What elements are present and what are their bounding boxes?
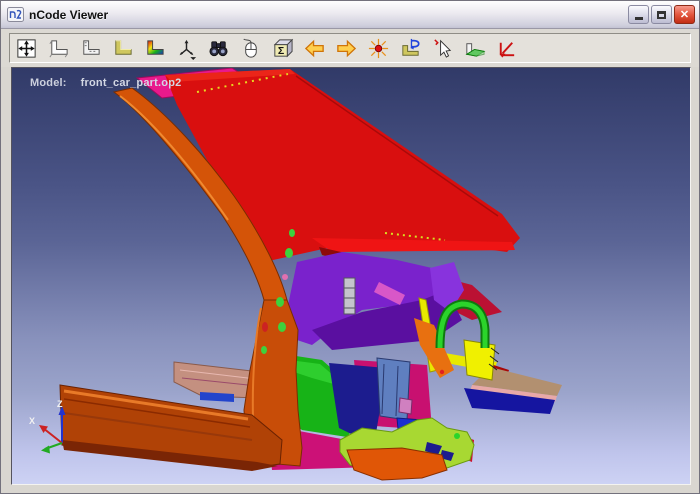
toolbar: Σ [1,29,699,67]
title-bar[interactable]: nCode Viewer ✕ [1,1,699,29]
minimize-button[interactable] [628,5,649,24]
shaded-view-icon [111,37,134,60]
sigma-summary-button[interactable]: Σ [270,36,295,61]
arrow-left-icon [303,37,326,60]
select-cursor-icon [431,37,454,60]
axes-mode-icon [175,37,198,60]
axis-plot-button[interactable] [494,36,519,61]
search-view-button[interactable] [206,36,231,61]
axis-z-label: Z [57,399,63,409]
damper-bracket [377,358,412,420]
mouse-options-icon [239,37,262,60]
plane-view-icon [463,37,486,60]
rotate-view-icon [399,37,422,60]
next-view-button[interactable] [334,36,359,61]
mouse-options-button[interactable] [238,36,263,61]
ncode-viewer-window: nCode Viewer ✕ [0,0,700,494]
axis-x-label: X [29,416,35,426]
model-label: Model: front_car_part.op2 [30,77,181,89]
select-button[interactable] [430,36,455,61]
shaded-view-button[interactable] [110,36,135,61]
hidden-line-view-button[interactable] [78,36,103,61]
car-model-scene: Z X [12,68,690,484]
axis-triad: Z X [29,399,66,454]
maximize-button[interactable] [651,5,672,24]
window-title: nCode Viewer [29,8,628,22]
wireframe-view-icon [47,37,70,60]
binoculars-icon [207,37,230,60]
fit-view-button[interactable] [14,36,39,61]
hotspot-icon [367,37,390,60]
viewport-3d[interactable]: Model: front_car_part.op2 [11,67,691,485]
close-button[interactable]: ✕ [674,5,695,24]
arrow-right-icon [335,37,358,60]
roof-panel [165,69,520,262]
minimize-icon [635,17,643,20]
plane-view-button[interactable] [462,36,487,61]
app-logo-icon [7,7,24,22]
svg-text:Σ: Σ [278,44,284,56]
maximize-icon [657,11,666,19]
fit-view-icon [15,37,38,60]
model-label-key: Model: [30,77,67,89]
close-icon: ✕ [680,8,689,21]
contour-view-icon [143,37,166,60]
hidden-line-view-icon [79,37,102,60]
window-bottom-frame [1,485,699,494]
previous-view-button[interactable] [302,36,327,61]
toolbar-panel: Σ [9,33,691,63]
hotspot-button[interactable] [366,36,391,61]
sigma-summary-icon: Σ [271,37,294,60]
model-file-name: front_car_part.op2 [81,77,182,89]
axes-mode-button[interactable] [174,36,199,61]
rotate-view-button[interactable] [398,36,423,61]
ladder-bracket [344,278,355,314]
contour-view-button[interactable] [142,36,167,61]
orange-floor-support [347,448,447,480]
axis-plot-icon [495,37,518,60]
wireframe-view-button[interactable] [46,36,71,61]
